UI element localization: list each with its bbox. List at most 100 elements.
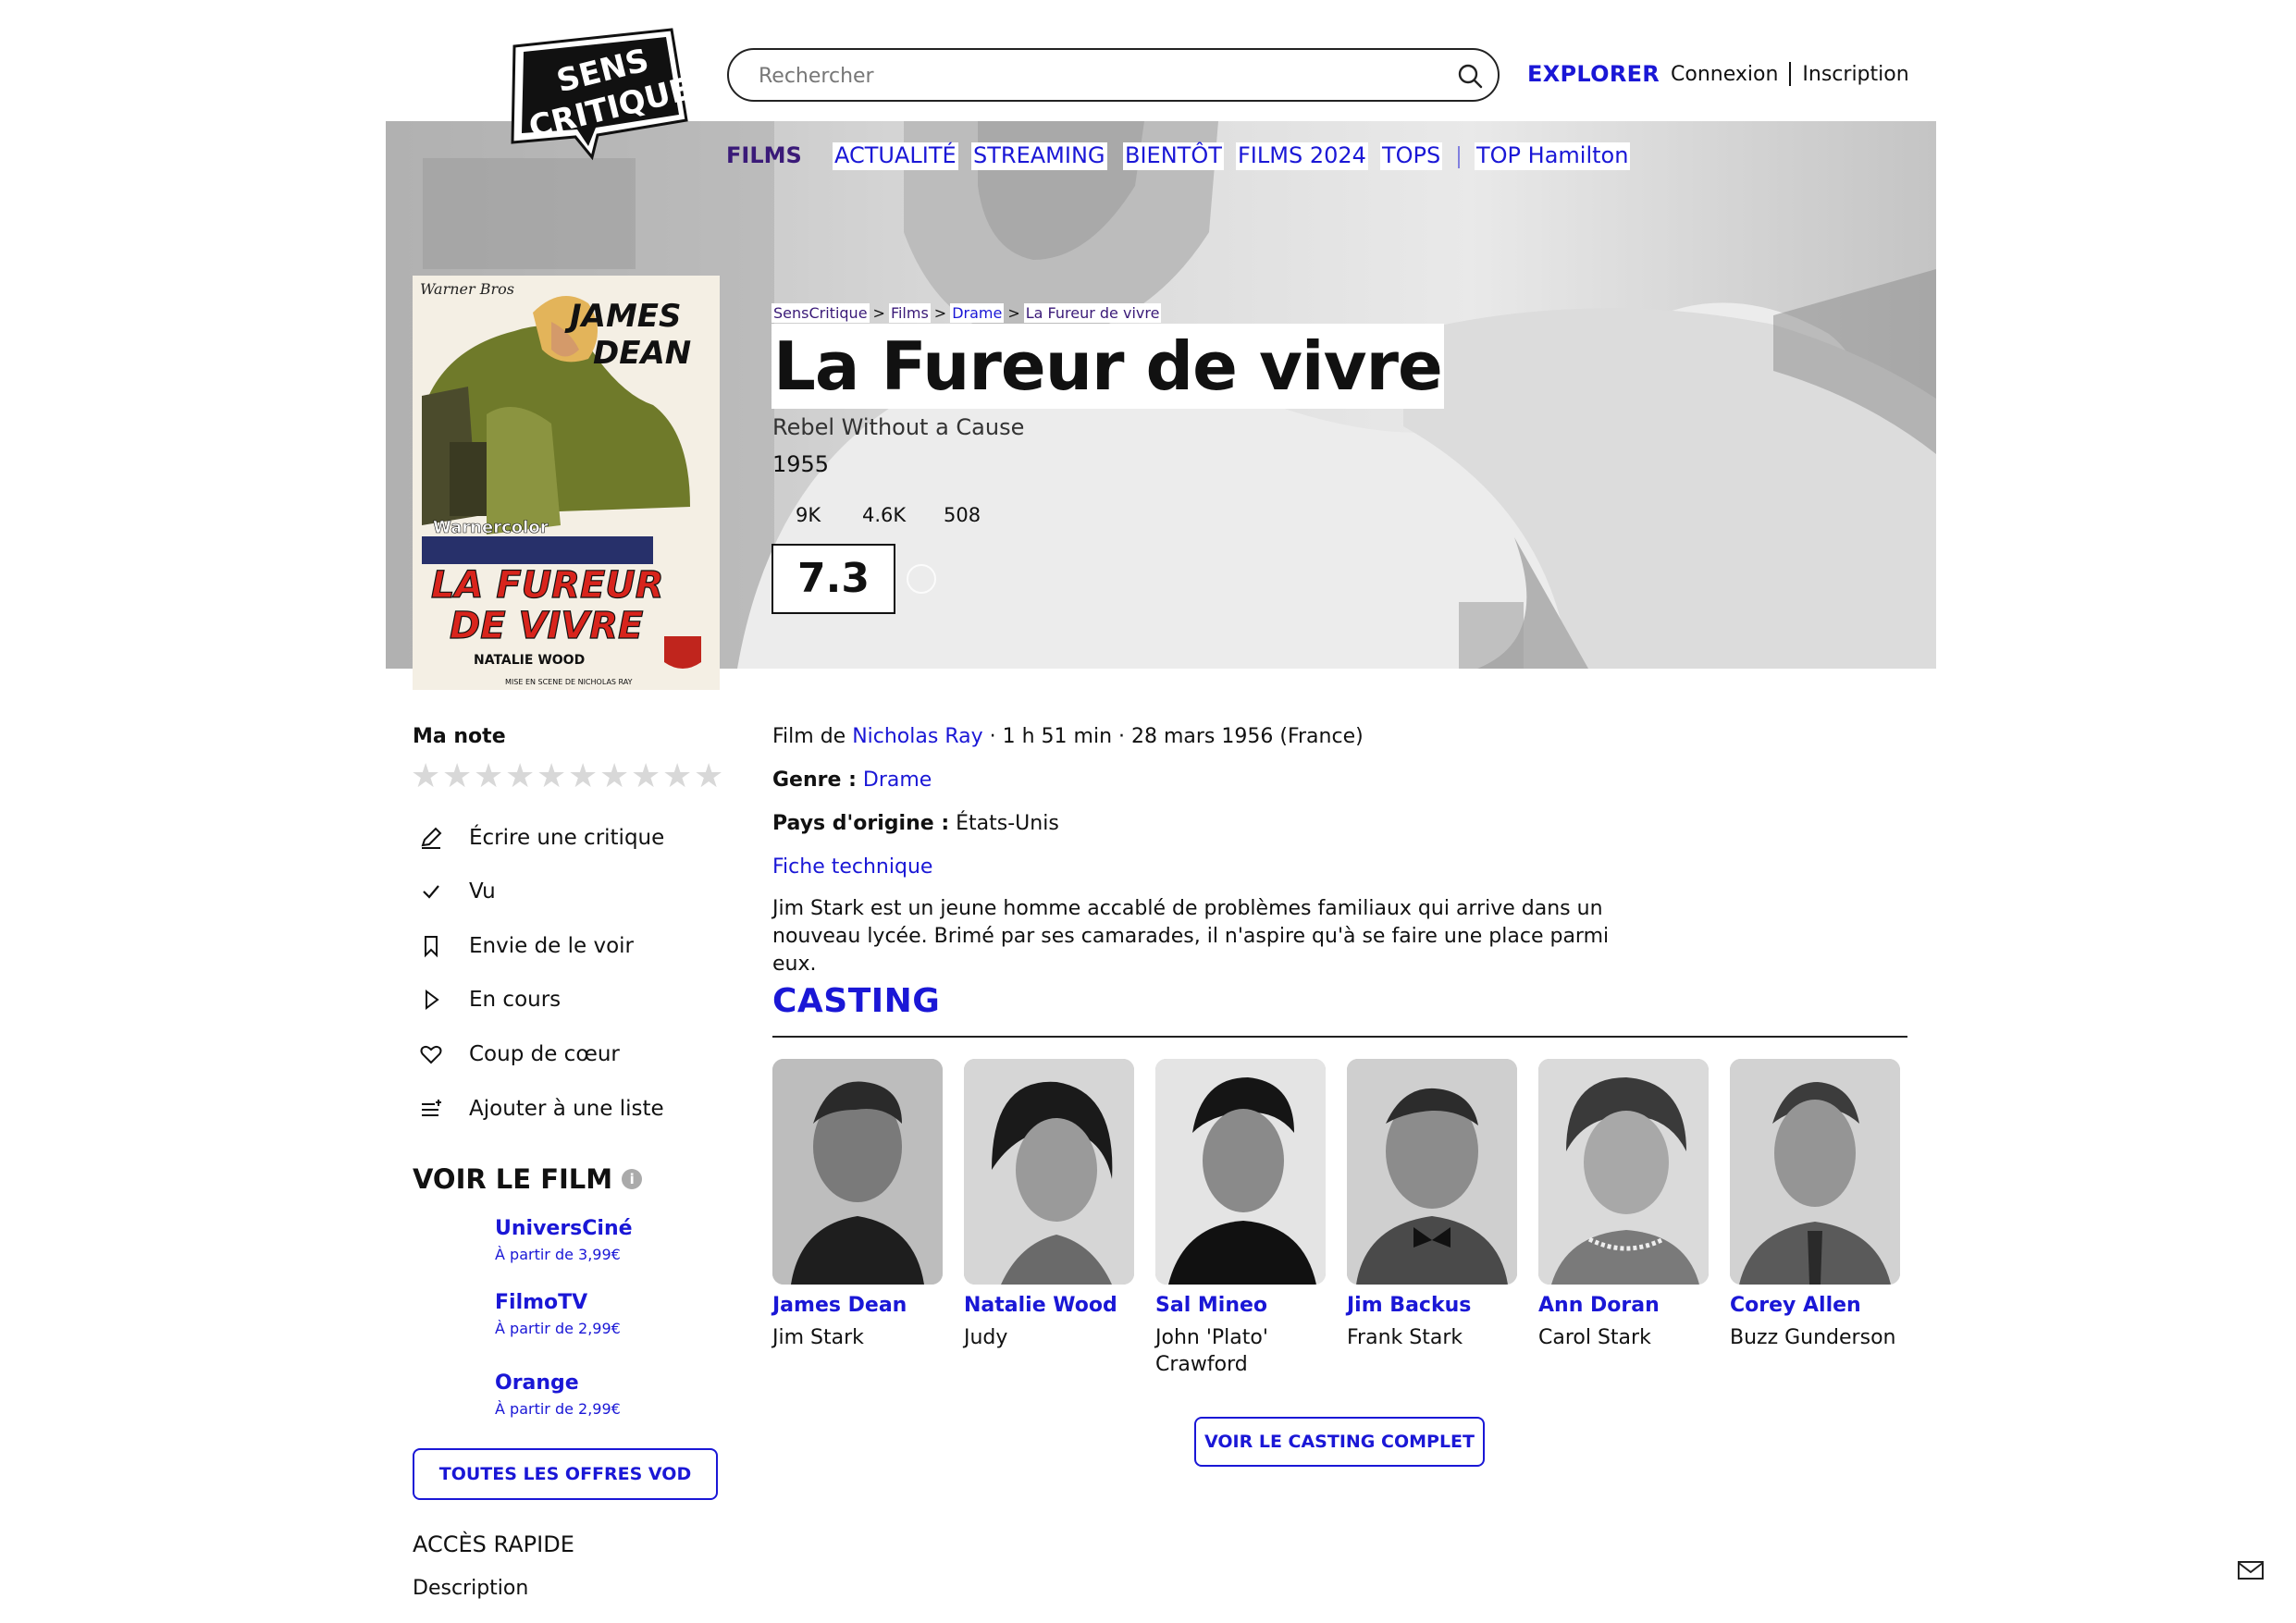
my-rating-label: Ma note [413, 725, 506, 748]
mail-icon[interactable] [2237, 1559, 2265, 1581]
vod-offer[interactable]: Orange À partir de 2,99€ [495, 1371, 621, 1418]
cast-name[interactable]: Jim Backus [1347, 1294, 1517, 1317]
heart-icon [418, 1041, 444, 1067]
star-icon[interactable]: ★ [631, 760, 660, 793]
watch-film-heading: VOIR LE FILM i [413, 1163, 643, 1195]
tech-sheet-link[interactable]: Fiche technique [772, 855, 932, 879]
film-poster[interactable]: Warner Bros JAMES DEAN Warnercolor LA FU… [413, 276, 720, 690]
auth-divider [1789, 62, 1792, 86]
action-label: Envie de le voir [469, 934, 635, 958]
cast-photo[interactable] [1730, 1059, 1900, 1285]
vod-offer[interactable]: UniversCiné À partir de 3,99€ [495, 1217, 633, 1263]
breadcrumb-sep: > [1007, 304, 1020, 322]
list-add-icon [418, 1096, 444, 1122]
cast-card[interactable]: James Dean Jim Stark [772, 1059, 943, 1351]
stat-reviews: 508 [944, 504, 981, 526]
release-year: 1955 [772, 451, 830, 477]
action-wishlist[interactable]: Envie de le voir [418, 930, 634, 962]
cast-name[interactable]: Natalie Wood [964, 1294, 1134, 1317]
original-title: Rebel Without a Cause [772, 414, 1025, 440]
breadcrumb-current: La Fureur de vivre [1023, 303, 1162, 323]
cast-card[interactable]: Ann Doran Carol Stark [1538, 1059, 1709, 1351]
star-icon[interactable]: ★ [442, 760, 472, 793]
breadcrumb-films[interactable]: Films [888, 303, 931, 323]
star-icon[interactable]: ★ [474, 760, 503, 793]
cast-role: Buzz Gunderson [1730, 1326, 1896, 1349]
signup-link[interactable]: Inscription [1802, 63, 1908, 86]
cast-photo[interactable] [1155, 1059, 1326, 1285]
vod-provider[interactable]: Orange [495, 1371, 621, 1395]
cast-card[interactable]: Jim Backus Frank Stark [1347, 1059, 1517, 1351]
stat-wishlist: 4.6K [862, 504, 907, 526]
average-score: 7.3 [772, 544, 895, 614]
quick-access-description[interactable]: Description [413, 1577, 528, 1600]
quick-access-heading: ACCÈS RAPIDE [413, 1531, 574, 1557]
breadcrumb-home[interactable]: SensCritique [772, 303, 870, 323]
senscritique-logo[interactable]: SENS CRITIQUE [496, 28, 696, 161]
star-icon[interactable]: ★ [694, 760, 723, 793]
poster-title-2: DE VIVRE [450, 605, 643, 647]
full-casting-button[interactable]: VOIR LE CASTING COMPLET [1194, 1417, 1485, 1467]
stat-ratings: 9K [796, 504, 821, 526]
nav-tops[interactable]: TOPS [1380, 142, 1443, 170]
cast-role: Jim Stark [772, 1326, 864, 1349]
login-link[interactable]: Connexion [1671, 63, 1778, 86]
cast-name[interactable]: Sal Mineo [1155, 1294, 1326, 1317]
nav-top-user[interactable]: TOP Hamilton [1475, 142, 1631, 170]
action-seen[interactable]: Vu [418, 876, 496, 907]
cast-photo[interactable] [964, 1059, 1134, 1285]
star-icon[interactable]: ★ [662, 760, 692, 793]
star-icon[interactable]: ★ [599, 760, 629, 793]
vod-offer[interactable]: FilmoTV À partir de 2,99€ [495, 1291, 621, 1337]
nav-films[interactable]: FILMS [726, 142, 802, 170]
all-vod-offers-button[interactable]: TOUTES LES OFFRES VOD [413, 1448, 718, 1500]
cast-name[interactable]: James Dean [772, 1294, 943, 1317]
star-icon[interactable]: ★ [505, 760, 535, 793]
breadcrumb-sep: > [933, 304, 947, 322]
search-input[interactable] [759, 61, 1406, 91]
action-add-to-list[interactable]: Ajouter à une liste [418, 1093, 664, 1125]
cast-photo[interactable] [1347, 1059, 1517, 1285]
cast-name[interactable]: Ann Doran [1538, 1294, 1709, 1317]
cast-photo[interactable] [1538, 1059, 1709, 1285]
check-icon [418, 879, 444, 904]
nav-films-2024[interactable]: FILMS 2024 [1236, 142, 1368, 170]
genre-link[interactable]: Drame [863, 768, 932, 792]
genre-row: Genre : Drame [772, 768, 932, 792]
director-link[interactable]: Nicholas Ray [852, 725, 982, 748]
breadcrumb-genre[interactable]: Drame [950, 303, 1005, 323]
cast-role: Frank Stark [1347, 1326, 1463, 1349]
nav-bientot[interactable]: BIENTÔT [1123, 142, 1224, 170]
synopsis: Jim Stark est un jeune homme accablé de … [772, 897, 1610, 976]
cast-card[interactable]: Corey Allen Buzz Gunderson [1730, 1059, 1900, 1351]
poster-title-1: LA FUREUR [431, 564, 664, 607]
cast-photo[interactable] [772, 1059, 943, 1285]
action-write-review[interactable]: Écrire une critique [418, 822, 664, 854]
vod-provider[interactable]: UniversCiné [495, 1217, 633, 1240]
nav-actualite[interactable]: ACTUALITÉ [833, 142, 958, 170]
cast-name[interactable]: Corey Allen [1730, 1294, 1900, 1317]
country-value: États-Unis [956, 812, 1059, 835]
nav-streaming[interactable]: STREAMING [971, 142, 1107, 170]
poster-process: Warnercolor [433, 518, 549, 537]
search-icon[interactable] [1455, 61, 1485, 91]
pencil-icon [418, 825, 444, 851]
vod-price: À partir de 3,99€ [495, 1246, 621, 1263]
film-details: · 1 h 51 min · 28 mars 1956 (France) [989, 725, 1364, 748]
action-favorite[interactable]: Coup de cœur [418, 1039, 620, 1070]
star-icon[interactable]: ★ [411, 760, 440, 793]
rating-stars[interactable]: ★ ★ ★ ★ ★ ★ ★ ★ ★ ★ [411, 760, 723, 793]
breadcrumb-sep: > [872, 304, 885, 322]
search-bar[interactable] [727, 48, 1500, 102]
cast-card[interactable]: Natalie Wood Judy [964, 1059, 1134, 1351]
explore-link[interactable]: EXPLORER [1527, 61, 1660, 87]
score-info-icon[interactable] [907, 564, 936, 594]
page-title: La Fureur de vivre [772, 324, 1444, 409]
info-icon[interactable]: i [622, 1169, 643, 1189]
cast-card[interactable]: Sal Mineo John 'Plato' Crawford [1155, 1059, 1326, 1378]
vod-provider[interactable]: FilmoTV [495, 1291, 621, 1314]
cast-role: Judy [964, 1326, 1008, 1349]
star-icon[interactable]: ★ [537, 760, 566, 793]
star-icon[interactable]: ★ [568, 760, 598, 793]
action-in-progress[interactable]: En cours [418, 984, 561, 1015]
